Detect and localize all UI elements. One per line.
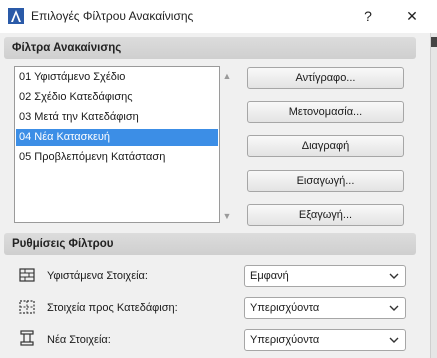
- new-elements-value: Υπερισχύοντα: [250, 334, 320, 346]
- close-button[interactable]: ✕: [399, 4, 425, 28]
- demolish-elements-icon: [19, 300, 35, 314]
- existing-elements-select[interactable]: Εμφανή: [244, 265, 406, 287]
- new-elements-icon: [20, 330, 34, 346]
- filter-list-item[interactable]: 02 Σχέδιο Κατεδάφισης: [16, 89, 218, 106]
- existing-elements-value: Εμφανή: [250, 270, 289, 282]
- window-scrollbar-thumb[interactable]: [431, 37, 437, 47]
- duplicate-button[interactable]: Αντίγραφο...: [247, 67, 404, 89]
- rename-button[interactable]: Μετονομασία...: [247, 101, 404, 123]
- filters-section-title: Φίλτρα Ανακαίνισης: [12, 42, 122, 54]
- existing-elements-icon: [19, 268, 35, 282]
- move-down-arrow-icon[interactable]: ▼: [220, 210, 234, 222]
- demolish-elements-label: Στοιχεία προς Κατεδάφιση:: [47, 302, 178, 314]
- filter-list-item[interactable]: 01 Υφιστάμενο Σχέδιο: [16, 69, 218, 86]
- demolish-elements-value: Υπερισχύοντα: [250, 302, 320, 314]
- help-button[interactable]: ?: [355, 4, 381, 28]
- new-elements-select[interactable]: Υπερισχύοντα: [244, 329, 406, 351]
- move-up-arrow-icon[interactable]: ▲: [220, 70, 234, 82]
- chevron-down-icon: [389, 273, 399, 279]
- chevron-down-icon: [389, 337, 399, 343]
- filter-list[interactable]: 01 Υφιστάμενο Σχέδιο 02 Σχέδιο Κατεδάφισ…: [14, 66, 220, 223]
- new-elements-label: Νέα Στοιχεία:: [47, 334, 111, 346]
- filter-list-item[interactable]: 05 Προβλεπόμενη Κατάσταση: [16, 149, 218, 166]
- chevron-down-icon: [389, 305, 399, 311]
- title-bar: Επιλογές Φίλτρου Ανακαίνισης ? ✕: [0, 0, 437, 33]
- import-button[interactable]: Εισαγωγή...: [247, 170, 404, 192]
- archicad-app-icon: [8, 8, 24, 24]
- settings-section-header: Ρυθμίσεις Φίλτρου: [4, 233, 416, 255]
- filter-list-item[interactable]: 03 Μετά την Κατεδάφιση: [16, 109, 218, 126]
- delete-button[interactable]: Διαγραφή: [247, 135, 404, 157]
- existing-elements-label: Υφιστάμενα Στοιχεία:: [47, 270, 148, 282]
- filters-section-header: Φίλτρα Ανακαίνισης: [4, 37, 416, 59]
- filter-list-item-selected[interactable]: 04 Νέα Κατασκευή: [16, 129, 218, 146]
- demolish-elements-select[interactable]: Υπερισχύοντα: [244, 297, 406, 319]
- window-title: Επιλογές Φίλτρου Ανακαίνισης: [31, 9, 194, 23]
- settings-section-title: Ρυθμίσεις Φίλτρου: [12, 238, 114, 250]
- export-button[interactable]: Εξαγωγή...: [247, 204, 404, 226]
- window-scrollbar[interactable]: [430, 33, 437, 358]
